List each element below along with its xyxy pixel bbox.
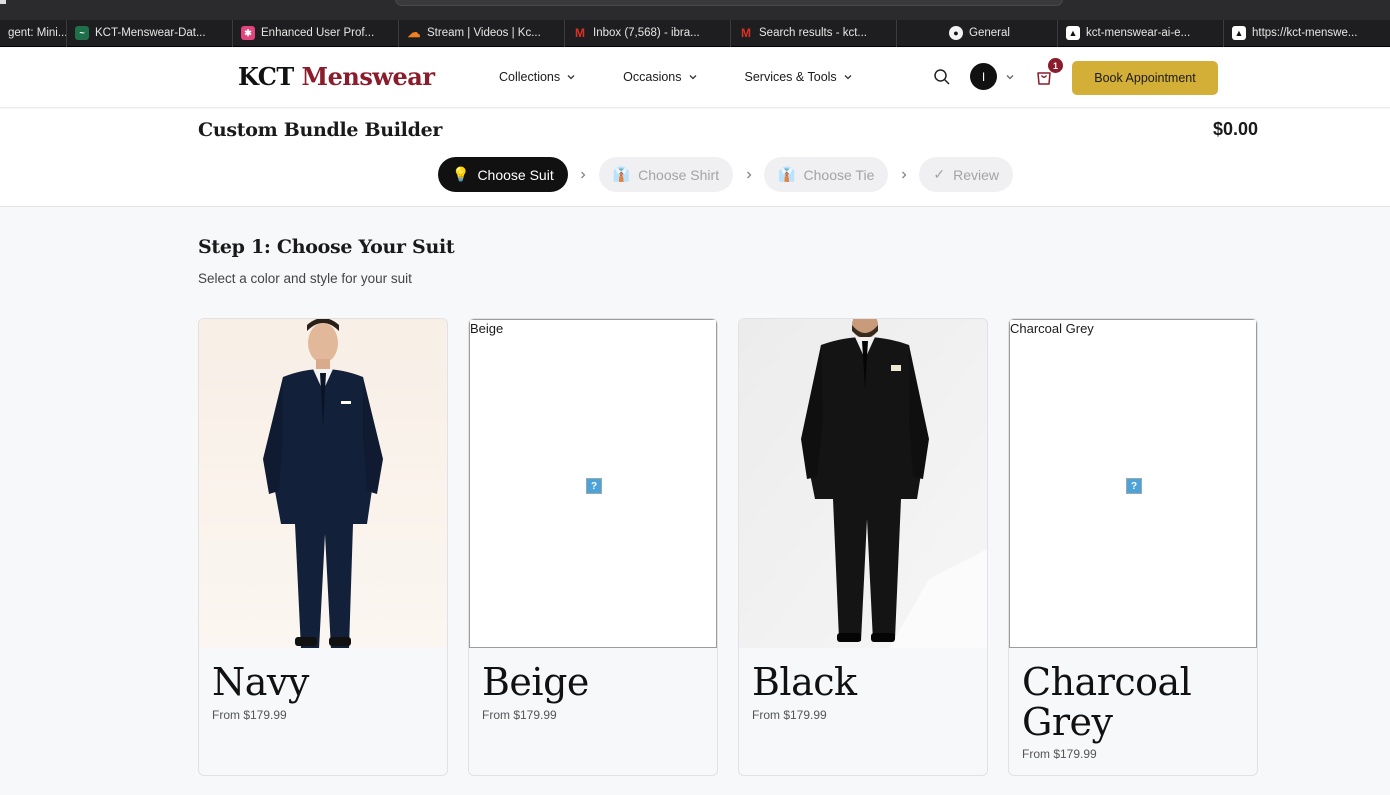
page-title: Custom Bundle Builder <box>198 119 443 141</box>
step-label: Choose Suit <box>477 166 554 183</box>
nav-services-tools[interactable]: Services & Tools <box>745 70 853 84</box>
suit-image-navy <box>199 319 447 648</box>
avatar-initial: I <box>981 69 986 84</box>
checkmark-icon: ✓ <box>933 166 946 182</box>
suit-image-black <box>739 319 987 648</box>
book-appointment-button[interactable]: Book Appointment <box>1072 61 1218 95</box>
suit-price: From $179.99 <box>212 708 287 722</box>
bookmark-item[interactable]: ☁ Stream | Videos | Kc... <box>399 19 565 47</box>
step-heading: Step 1: Choose Your Suit <box>198 236 455 258</box>
bookmark-item[interactable]: ● General <box>897 19 1058 47</box>
suit-card-black[interactable]: Black From $179.99 <box>738 318 988 776</box>
cloud-icon: ☁ <box>407 25 421 40</box>
step-choose-shirt[interactable]: 👔 Choose Shirt <box>598 157 734 192</box>
bookmark-item[interactable]: M Search results - kct... <box>731 19 897 47</box>
bookmarks-bar: gent: Mini... ~ KCT-Menswear-Dat... ✱ Enha… <box>0 19 1390 47</box>
bookmark-item[interactable]: ✱ Enhanced User Prof... <box>233 19 399 47</box>
chevron-right-icon <box>568 170 599 180</box>
shirt-icon: 👔 <box>778 166 796 182</box>
step-choose-suit[interactable]: 💡 Choose Suit <box>438 157 568 192</box>
vercel-icon: ▲ <box>1232 26 1246 40</box>
bundle-total-price: $0.00 <box>1212 119 1258 139</box>
site-header: KCT Menswear Collections Occasions Servi… <box>0 48 1390 108</box>
image-alt-text: Beige <box>470 321 504 336</box>
vercel-icon: ▲ <box>1066 26 1080 40</box>
suit-name: Charcoal Grey <box>1022 660 1192 744</box>
suit-name: Navy <box>212 660 309 704</box>
broken-image-icon: ? <box>1126 478 1142 494</box>
github-icon: ● <box>949 26 963 40</box>
logo-kct-text: KCT <box>238 62 294 91</box>
chevron-down-icon <box>689 75 696 80</box>
chevron-down-icon <box>567 75 575 80</box>
address-bar[interactable] <box>395 0 1063 6</box>
suit-name: Black <box>752 660 857 704</box>
suit-card-navy[interactable]: Navy From $179.99 <box>198 318 448 776</box>
search-icon[interactable] <box>933 68 951 86</box>
bundle-builder-bar: Custom Bundle Builder $0.00 💡 Choose Sui… <box>0 109 1390 207</box>
bookmark-item[interactable]: ▲ kct-menswear-ai-e... <box>1058 19 1224 47</box>
lightbulb-icon: 💡 <box>452 166 470 182</box>
chevron-down-icon <box>844 75 852 80</box>
step-label: Review <box>953 166 999 183</box>
gmail-icon: M <box>741 26 751 40</box>
step-subheading: Select a color and style for your suit <box>198 271 412 286</box>
avatar[interactable]: I <box>970 63 997 90</box>
logo-menswear-text: Menswear <box>301 62 435 91</box>
suit-image-charcoal-grey: Charcoal Grey ? <box>1009 319 1257 648</box>
suit-card-beige[interactable]: Beige ? Beige From $179.99 <box>468 318 718 776</box>
suit-price: From $179.99 <box>752 708 827 722</box>
nav-label: Services & Tools <box>744 70 837 84</box>
step-tabs: 💡 Choose Suit 👔 Choose Shirt 👔 Choose Ti… <box>438 157 1013 192</box>
nav-occasions[interactable]: Occasions <box>623 70 697 84</box>
suit-card-charcoal-grey[interactable]: Charcoal Grey ? Charcoal Grey From $179.… <box>1008 318 1258 776</box>
step-label: Choose Tie <box>803 166 875 183</box>
bookmark-favicon-icon: ✱ <box>241 26 255 40</box>
bookmark-favicon-icon: ~ <box>75 26 89 40</box>
cart-count-badge: 1 <box>1048 58 1063 73</box>
bookmark-item[interactable]: M Inbox (7,568) - ibra... <box>565 19 731 47</box>
step-choose-tie[interactable]: 👔 Choose Tie <box>764 157 889 192</box>
bookmark-item[interactable]: gent: Mini... <box>0 19 67 47</box>
broken-image-icon: ? <box>586 478 602 494</box>
suit-grid: Navy From $179.99 Beige ? Beige From $17… <box>198 318 1258 776</box>
suit-image-beige: Beige ? <box>469 319 717 648</box>
suit-price: From $179.99 <box>482 708 557 722</box>
shirt-icon: 👔 <box>612 166 631 182</box>
main-nav: Collections Occasions Services & Tools <box>499 70 900 84</box>
site-logo[interactable]: KCT Menswear <box>238 62 435 91</box>
bookmark-item[interactable]: ▲ https://kct-menswe... <box>1224 20 1390 47</box>
nav-collections[interactable]: Collections <box>499 70 576 84</box>
nav-label: Collections <box>499 70 561 84</box>
chevron-right-icon <box>733 170 764 180</box>
image-alt-text: Charcoal Grey <box>1010 321 1094 336</box>
nav-label: Occasions <box>623 70 682 84</box>
bookmark-item[interactable]: ~ KCT-Menswear-Dat... <box>67 19 233 47</box>
browser-titlebar <box>0 0 1390 20</box>
suit-name: Beige <box>482 660 589 704</box>
step-label: Choose Shirt <box>638 166 720 183</box>
step-review[interactable]: ✓ Review <box>919 157 1013 192</box>
chevron-down-icon[interactable] <box>1005 72 1015 82</box>
chevron-right-icon <box>888 170 919 180</box>
gmail-icon: M <box>575 26 585 40</box>
window-corner <box>0 0 6 4</box>
suit-price: From $179.99 <box>1022 747 1097 761</box>
